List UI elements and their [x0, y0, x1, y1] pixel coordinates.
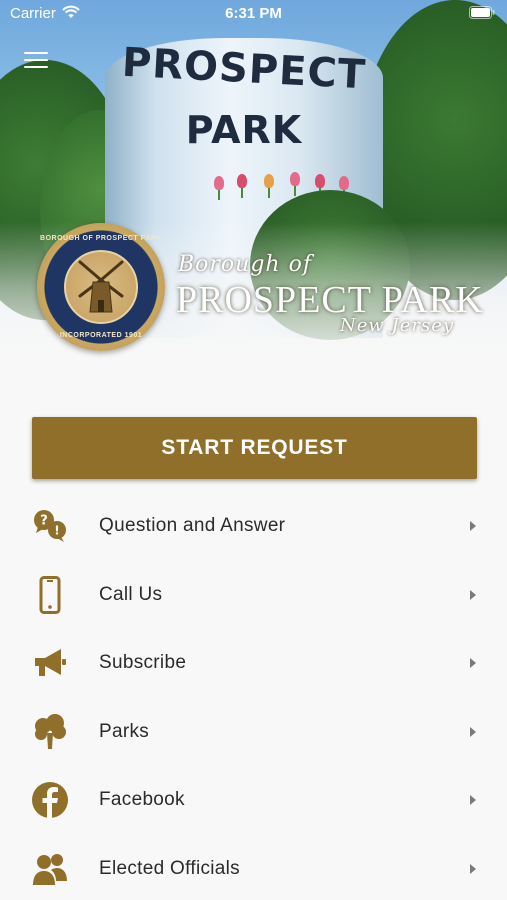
seal-top-text: BOROUGH OF PROSPECT PARK: [40, 235, 162, 242]
svg-text:!: !: [54, 524, 59, 538]
seal-bottom-text: INCORPORATED 1901: [59, 332, 143, 339]
menu-item-call-us[interactable]: Call Us: [0, 561, 507, 630]
chevron-right-icon: [470, 589, 476, 600]
menu-item-label: Call Us: [99, 583, 163, 605]
battery-icon: [469, 6, 495, 23]
borough-seal: BOROUGH OF PROSPECT PARK INCORPORATED 19…: [37, 223, 165, 351]
menu-item-label: Parks: [99, 720, 150, 742]
chevron-right-icon: [470, 521, 476, 532]
menu-item-label: Subscribe: [99, 652, 187, 674]
menu-item-question-and-answer[interactable]: ? ! Question and Answer: [0, 492, 507, 561]
svg-text:?: ?: [40, 514, 48, 529]
megaphone-icon: [30, 643, 70, 683]
menu-list: ? ! Question and Answer Call Us Subscrib…: [0, 492, 507, 900]
tower-line-2: PARK: [185, 108, 303, 152]
tree-icon: [30, 712, 70, 752]
facebook-icon: [30, 780, 70, 820]
chevron-right-icon: [470, 863, 476, 874]
hero-banner: PROSPECT PARK Carrier 6:31 PM BOROUGH OF…: [0, 0, 507, 372]
start-request-button[interactable]: START REQUEST: [32, 417, 477, 479]
windmill-icon: [64, 250, 138, 324]
new-jersey-title: New Jersey: [340, 315, 455, 336]
chevron-right-icon: [470, 795, 476, 806]
menu-item-elected-officials[interactable]: Elected Officials: [0, 835, 507, 900]
menu-item-parks[interactable]: Parks: [0, 698, 507, 767]
menu-item-label: Elected Officials: [99, 857, 240, 879]
menu-item-facebook[interactable]: Facebook: [0, 766, 507, 835]
chevron-right-icon: [470, 726, 476, 737]
menu-item-label: Facebook: [99, 789, 185, 811]
hamburger-menu-icon[interactable]: [24, 52, 48, 70]
status-bar: Carrier 6:31 PM: [0, 0, 507, 28]
clock: 6:31 PM: [225, 5, 282, 22]
menu-item-subscribe[interactable]: Subscribe: [0, 629, 507, 698]
tower-line-1: PROSPECT: [120, 39, 368, 99]
people-icon: [30, 849, 70, 889]
menu-item-label: Question and Answer: [99, 515, 286, 537]
borough-of-title: Borough of: [178, 252, 312, 277]
phone-icon: [30, 575, 70, 615]
question-answer-icon: ? !: [30, 506, 70, 546]
chevron-right-icon: [470, 658, 476, 669]
